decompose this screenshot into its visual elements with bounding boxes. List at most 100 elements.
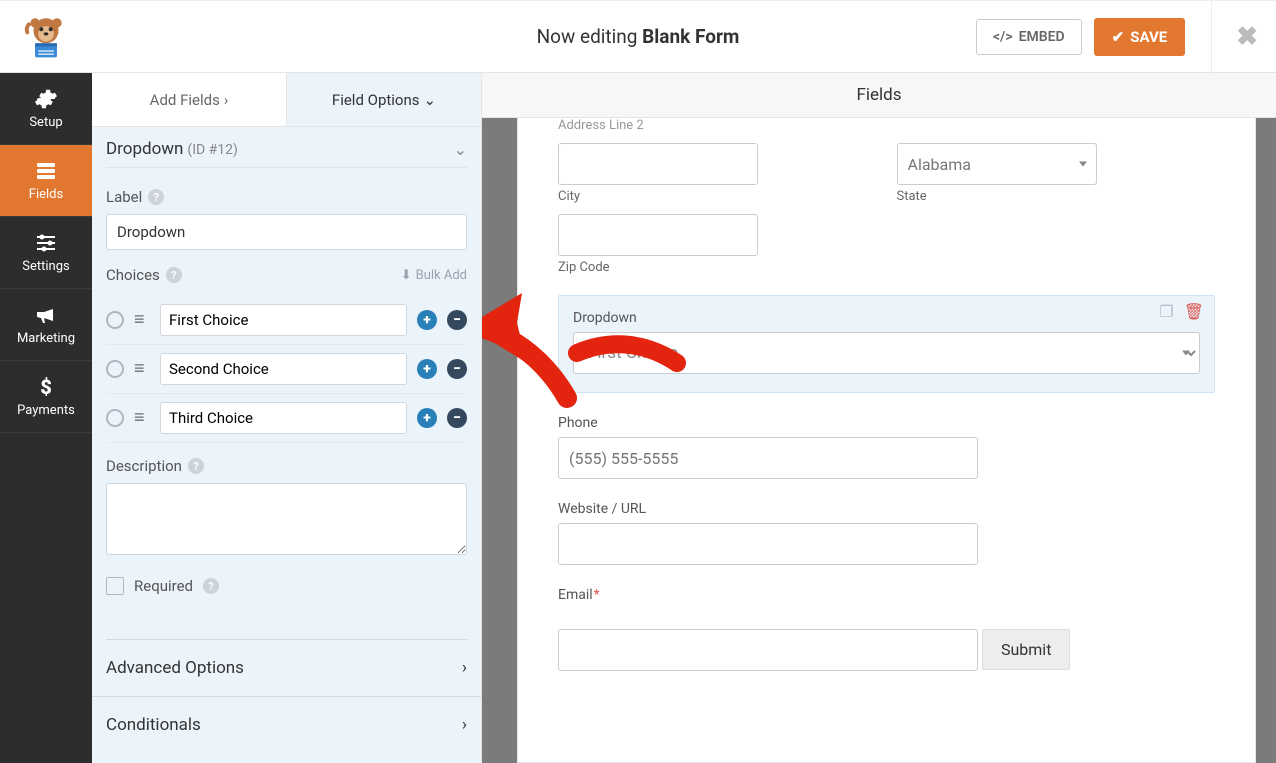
nav-marketing-label: Marketing: [17, 331, 75, 346]
options-panel: Add Fields › Field Options ⌄ Dropdown (I…: [92, 73, 482, 763]
website-input[interactable]: [558, 523, 978, 565]
city-input[interactable]: [558, 143, 758, 185]
choice-default-radio[interactable]: [106, 311, 124, 329]
embed-button[interactable]: </> EMBED: [976, 19, 1082, 55]
advanced-options-toggle[interactable]: Advanced Options ›: [92, 640, 481, 696]
help-icon[interactable]: ?: [148, 189, 164, 205]
form-icon: [34, 159, 58, 183]
save-button[interactable]: ✔ SAVE: [1094, 18, 1186, 56]
zip-input[interactable]: [558, 214, 758, 256]
gear-icon: [34, 87, 58, 111]
chevron-right-icon: ›: [462, 715, 467, 735]
tab-add-fields[interactable]: Add Fields ›: [92, 73, 286, 126]
remove-choice-button[interactable]: −: [447, 310, 467, 330]
nav-setup[interactable]: Setup: [0, 73, 92, 145]
panel-tabs: Add Fields › Field Options ⌄: [92, 73, 481, 127]
now-editing-title: Now editing Blank Form: [537, 25, 740, 48]
conditionals-toggle[interactable]: Conditionals ›: [92, 696, 481, 753]
add-choice-button[interactable]: +: [417, 310, 437, 330]
remove-choice-button[interactable]: −: [447, 408, 467, 428]
close-button[interactable]: ✖: [1211, 0, 1258, 73]
state-select[interactable]: Alabama: [897, 143, 1097, 185]
code-icon: </>: [993, 29, 1013, 45]
preview-area: Fields Address Line 2 City Alabama State: [482, 73, 1276, 763]
bullhorn-icon: [34, 303, 58, 327]
choice-input[interactable]: [160, 353, 407, 385]
add-choice-button[interactable]: +: [417, 408, 437, 428]
tab-field-options[interactable]: Field Options ⌄: [286, 73, 481, 126]
email-label: Email: [558, 587, 593, 603]
field-type-header[interactable]: Dropdown (ID #12) ⌄: [92, 127, 481, 165]
sliders-icon: [34, 231, 58, 255]
choice-row: ≡ + −: [106, 394, 467, 443]
city-label: City: [558, 189, 877, 204]
email-label-row: Email*: [558, 587, 1215, 603]
chevron-right-icon: ›: [462, 658, 467, 678]
address-line2-label: Address Line 2: [558, 118, 1215, 133]
advanced-options-label: Advanced Options: [106, 658, 244, 678]
trash-icon[interactable]: 🗑: [1184, 302, 1204, 321]
website-label: Website / URL: [558, 501, 1215, 517]
choice-input[interactable]: [160, 402, 407, 434]
form-canvas: Address Line 2 City Alabama State: [517, 118, 1256, 763]
close-icon: ✖: [1236, 22, 1258, 52]
state-label: State: [897, 189, 1216, 204]
drag-handle-icon[interactable]: ≡: [134, 364, 150, 375]
bear-logo-icon: [21, 12, 71, 62]
embed-label: EMBED: [1019, 29, 1065, 45]
field-id: (ID #12): [187, 142, 238, 158]
label-input[interactable]: [106, 214, 467, 250]
dropdown-select[interactable]: First Choice: [573, 332, 1200, 374]
help-icon[interactable]: ?: [188, 458, 204, 474]
fields-bar-title: Fields: [856, 85, 901, 105]
chevron-right-icon: ›: [224, 91, 229, 109]
choice-input[interactable]: [160, 304, 407, 336]
bulk-add-label: Bulk Add: [416, 268, 467, 283]
submit-button[interactable]: Submit: [982, 629, 1070, 670]
download-icon: ⬇: [401, 268, 412, 283]
description-textarea[interactable]: [106, 483, 467, 555]
app-logo: [0, 1, 92, 72]
add-choice-button[interactable]: +: [417, 359, 437, 379]
email-input[interactable]: [558, 629, 978, 671]
nav-payments-label: Payments: [17, 403, 75, 418]
nav-fields[interactable]: Fields: [0, 145, 92, 217]
required-label: Required: [134, 577, 193, 595]
dropdown-label: Dropdown: [573, 310, 1200, 326]
choice-default-radio[interactable]: [106, 409, 124, 427]
svg-text:$: $: [40, 375, 52, 399]
nav-fields-label: Fields: [29, 187, 63, 202]
drag-handle-icon[interactable]: ≡: [134, 413, 150, 424]
save-label: SAVE: [1130, 28, 1167, 46]
dropdown-field-selected[interactable]: ❐ 🗑 Dropdown First Choice: [558, 295, 1215, 393]
tab-add-fields-label: Add Fields: [150, 91, 220, 109]
tab-field-options-label: Field Options: [332, 91, 420, 109]
bulk-add-button[interactable]: ⬇ Bulk Add: [401, 268, 467, 283]
choice-row: ≡ + −: [106, 345, 467, 394]
topbar: Now editing Blank Form </> EMBED ✔ SAVE …: [0, 0, 1276, 73]
field-type-title: Dropdown: [106, 139, 183, 159]
nav-payments[interactable]: $ Payments: [0, 361, 92, 433]
duplicate-icon[interactable]: ❐: [1159, 302, 1173, 321]
drag-handle-icon[interactable]: ≡: [134, 315, 150, 326]
choices-label: Choices: [106, 266, 160, 284]
help-icon[interactable]: ?: [203, 578, 219, 594]
chevron-down-icon: ⌄: [424, 91, 437, 109]
phone-input[interactable]: [558, 437, 978, 479]
remove-choice-button[interactable]: −: [447, 359, 467, 379]
phone-label: Phone: [558, 415, 1215, 431]
editing-prefix: Now editing: [537, 25, 638, 48]
help-icon[interactable]: ?: [166, 267, 182, 283]
label-label-row: Label ?: [106, 188, 467, 206]
choice-default-radio[interactable]: [106, 360, 124, 378]
nav-setup-label: Setup: [29, 115, 62, 130]
nav-settings[interactable]: Settings: [0, 217, 92, 289]
choice-row: ≡ + −: [106, 296, 467, 345]
required-checkbox[interactable]: [106, 577, 124, 595]
editing-form-name: Blank Form: [642, 25, 739, 48]
left-nav: Setup Fields Settings Marketing $ Paymen…: [0, 73, 92, 763]
nav-settings-label: Settings: [22, 259, 69, 274]
check-icon: ✔: [1112, 28, 1125, 46]
nav-marketing[interactable]: Marketing: [0, 289, 92, 361]
description-label: Description: [106, 457, 182, 475]
